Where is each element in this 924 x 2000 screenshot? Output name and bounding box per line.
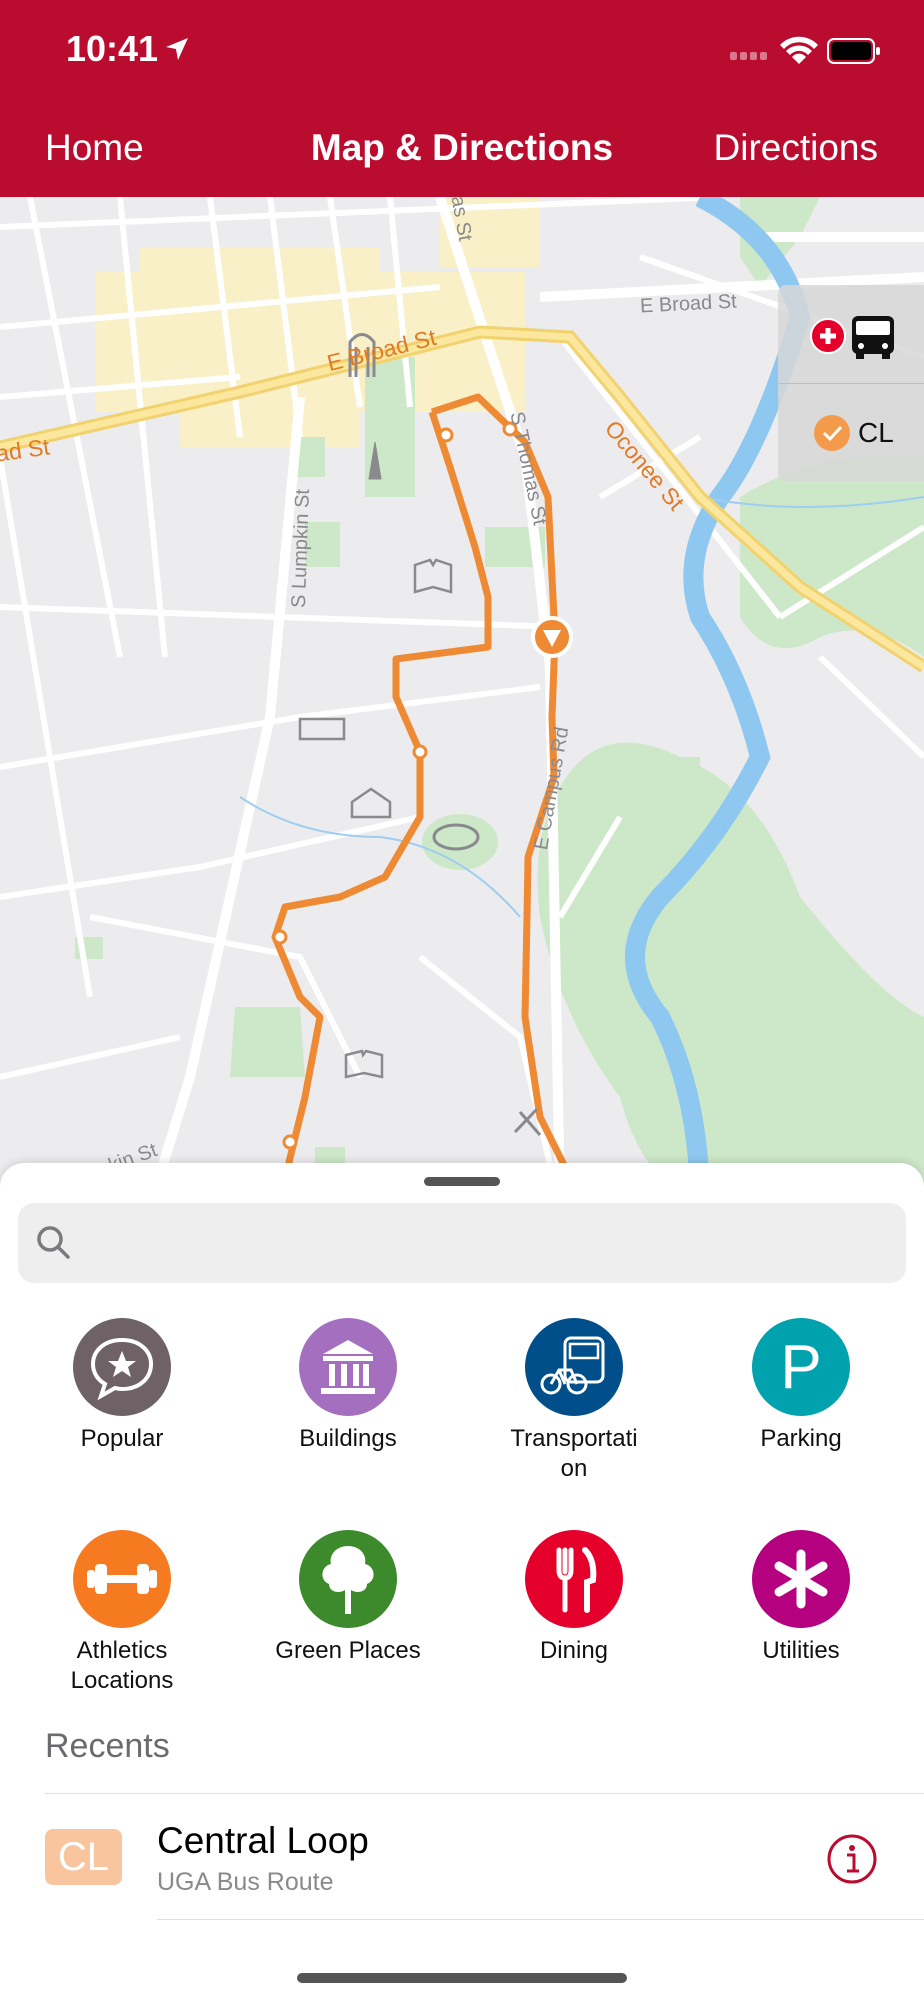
- route-panel-divider: [778, 383, 924, 384]
- category-athletics[interactable]: Athletics Locations: [22, 1530, 222, 1696]
- map-view[interactable]: E Broad St E Broad St ad St Oconee St S …: [0, 197, 924, 1207]
- street-label-s-lumpkin: S Lumpkin St: [287, 488, 315, 609]
- category-label: Dining: [539, 1637, 609, 1664]
- category-label: Parking: [760, 1425, 842, 1452]
- route-panel: CL: [778, 285, 924, 481]
- bus-icon: [852, 316, 894, 359]
- category-parking[interactable]: P Parking: [701, 1318, 901, 1454]
- dumbbell-icon: [73, 1530, 171, 1628]
- info-icon[interactable]: [826, 1833, 878, 1885]
- bus-location-icon: [531, 616, 573, 658]
- wifi-icon: [780, 36, 818, 64]
- route-toggle-cl[interactable]: CL: [814, 409, 914, 459]
- route-label: CL: [858, 417, 894, 448]
- book-icon: [413, 558, 453, 594]
- battery-icon: [827, 38, 880, 64]
- building-icon: [299, 1318, 397, 1416]
- capitol-icon: [350, 787, 392, 819]
- search-icon: [37, 1226, 70, 1259]
- checkmark-icon: [814, 415, 850, 451]
- recent-item[interactable]: CL Central Loop UGA Bus Route: [0, 1803, 924, 1923]
- status-icons: [730, 32, 880, 73]
- recent-item-title: Central Loop: [157, 1820, 369, 1861]
- recent-item-subtitle: UGA Bus Route: [157, 1868, 334, 1896]
- asterisk-icon: [752, 1530, 850, 1628]
- divider: [157, 1919, 924, 1920]
- fork-knife-icon: [525, 1530, 623, 1628]
- directions-button[interactable]: Directions: [714, 127, 879, 169]
- home-indicator: [297, 1973, 627, 1983]
- category-label: Utilities: [762, 1637, 840, 1664]
- route-badge: CL: [45, 1829, 122, 1885]
- parking-icon: P: [752, 1318, 850, 1416]
- category-label: Popular: [80, 1425, 164, 1452]
- bottom-sheet: Popular Buildings Transportati on P Park…: [0, 1163, 924, 2000]
- tree-icon: [299, 1530, 397, 1628]
- category-utilities[interactable]: Utilities: [701, 1530, 901, 1666]
- bus-bike-icon: [525, 1318, 623, 1416]
- star-chat-icon: [73, 1318, 171, 1416]
- divider: [45, 1793, 924, 1794]
- museum-icon: [298, 717, 346, 741]
- recents-title: Recents: [45, 1727, 170, 1765]
- category-transportation[interactable]: Transportati on: [474, 1318, 674, 1484]
- category-label: Buildings: [299, 1425, 397, 1452]
- category-buildings[interactable]: Buildings: [248, 1318, 448, 1454]
- category-label: Athletics Locations: [70, 1637, 174, 1694]
- add-route-button[interactable]: [810, 311, 910, 361]
- category-label: Transportati on: [510, 1425, 638, 1482]
- signal-icon: [730, 52, 767, 60]
- svg-text:P: P: [780, 1333, 821, 1402]
- location-arrow-icon: [166, 38, 188, 60]
- category-dining[interactable]: Dining: [474, 1530, 674, 1666]
- sheet-grabber[interactable]: [424, 1177, 500, 1186]
- category-green-places[interactable]: Green Places: [248, 1530, 448, 1666]
- category-label: Green Places: [275, 1637, 421, 1664]
- search-bar: [18, 1203, 906, 1285]
- search-input[interactable]: [88, 1203, 892, 1285]
- category-popular[interactable]: Popular: [22, 1318, 222, 1454]
- plus-circle-icon: [810, 318, 846, 354]
- top-bar: 10:41 Home Map & Directions Directions: [0, 0, 924, 197]
- status-time: 10:41: [66, 28, 159, 69]
